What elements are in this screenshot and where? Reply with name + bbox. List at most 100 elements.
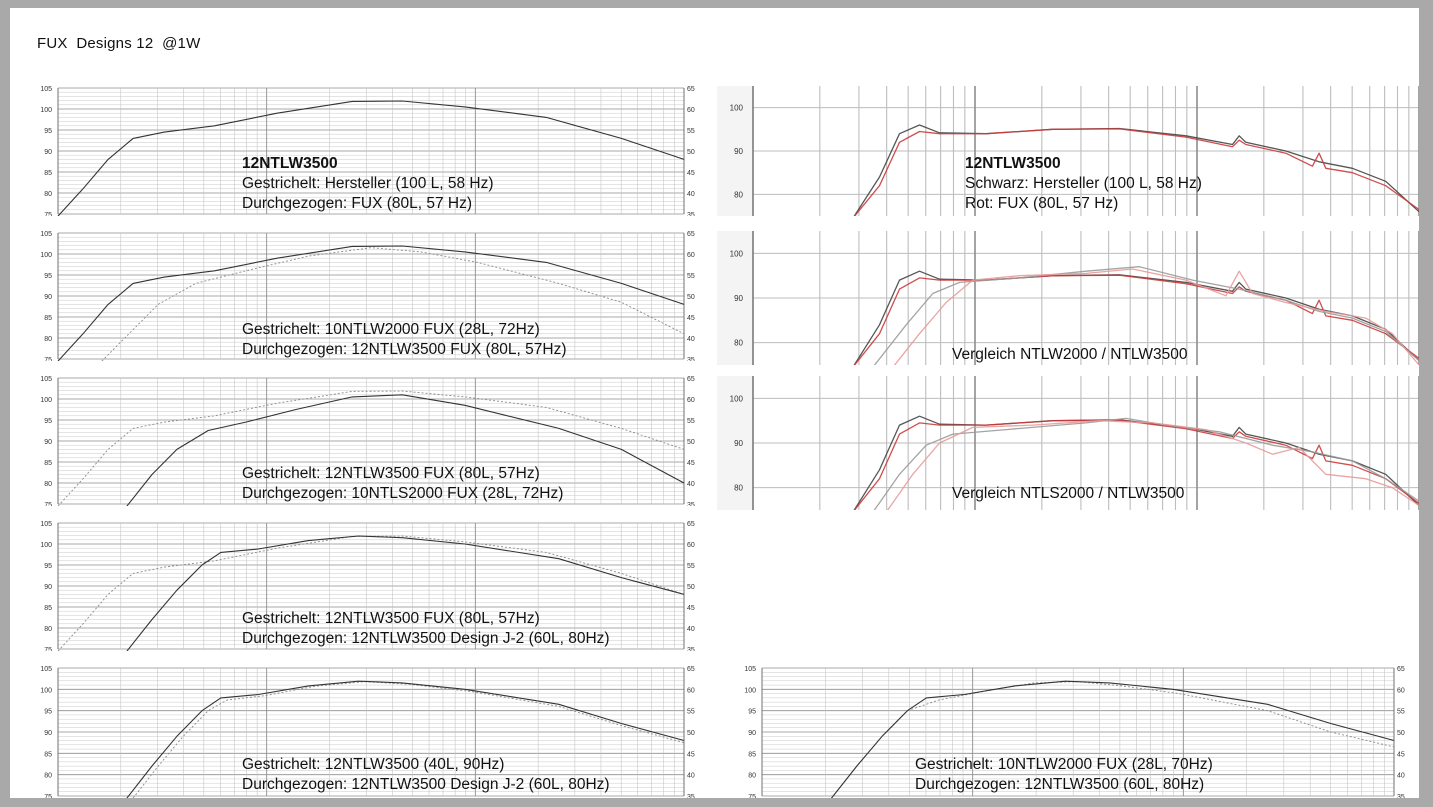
y2-tick-label: 40 bbox=[687, 481, 695, 488]
y2-tick-label: 50 bbox=[687, 439, 695, 446]
y2-tick-label: 60 bbox=[687, 542, 695, 549]
y-tick-label: 95 bbox=[44, 128, 52, 135]
y2-tick-label: 55 bbox=[687, 273, 695, 280]
y2-tick-label: 50 bbox=[1397, 730, 1405, 737]
y-tick-label: 95 bbox=[44, 563, 52, 570]
y-tick-label: 90 bbox=[44, 294, 52, 301]
chart-note-line: Vergleich NTLW2000 / NTLW3500 bbox=[952, 346, 1188, 363]
chart-note-line: Durchgezogen: 12NTLW3500 Design J-2 (60L… bbox=[242, 776, 610, 793]
y-tick-label: 95 bbox=[748, 709, 756, 716]
y-tick-label: 105 bbox=[744, 666, 756, 673]
chart-note-line: Durchgezogen: 10NTLS2000 FUX (28L, 72Hz) bbox=[242, 485, 564, 502]
y2-tick-label: 45 bbox=[687, 605, 695, 612]
y-tick-label: 75 bbox=[44, 212, 52, 216]
chart-note-line: Gestrichelt: 12NTLW3500 (40L, 90Hz) bbox=[242, 756, 505, 773]
y2-tick-label: 55 bbox=[687, 563, 695, 570]
y-tick-label: 75 bbox=[44, 794, 52, 798]
document-page: FUX Designs 12 @1W 105 100 95 90 85 80 75 65 60 5… bbox=[10, 8, 1419, 798]
y2-tick-label: 65 bbox=[1397, 666, 1405, 673]
y2-tick-label: 60 bbox=[687, 397, 695, 404]
y2-tick-label: 45 bbox=[687, 460, 695, 467]
y-tick-label: 100 bbox=[744, 687, 756, 694]
y2-tick-label: 35 bbox=[687, 357, 695, 361]
y2-tick-label: 40 bbox=[687, 626, 695, 633]
y-tick-label: 100 bbox=[730, 394, 744, 403]
y2-tick-label: 65 bbox=[687, 376, 695, 383]
y2-tick-label: 65 bbox=[687, 86, 695, 93]
y2-tick-label: 50 bbox=[687, 294, 695, 301]
y2-tick-label: 55 bbox=[687, 418, 695, 425]
chart-12ntlw3500-hersteller-vs-fux: 105 100 95 90 85 80 75 65 60 55 50 45 40 35 12NTLW350… bbox=[20, 86, 700, 216]
y2-tick-label: 45 bbox=[1397, 751, 1405, 758]
chart-note-line: Durchgezogen: 12NTLW3500 Design J-2 (60L… bbox=[242, 630, 610, 647]
y2-tick-label: 35 bbox=[1397, 794, 1405, 798]
y2-tick-label: 65 bbox=[687, 521, 695, 528]
y2-tick-label: 35 bbox=[687, 212, 695, 216]
y-tick-label: 100 bbox=[40, 687, 52, 694]
y-tick-label: 75 bbox=[44, 502, 52, 506]
y-tick-label: 100 bbox=[730, 104, 744, 113]
chart-note-title: 12NTLW3500 bbox=[965, 155, 1061, 172]
y2-tick-label: 35 bbox=[687, 647, 695, 651]
y-tick-label: 90 bbox=[734, 147, 743, 156]
y-tick-label: 105 bbox=[40, 521, 52, 528]
y-tick-label: 85 bbox=[44, 751, 52, 758]
y-tick-label: 80 bbox=[44, 626, 52, 633]
y-tick-label: 75 bbox=[44, 647, 52, 651]
chart-note-line: Gestrichelt: 12NTLW3500 FUX (80L, 57Hz) bbox=[242, 465, 540, 482]
y-tick-label: 105 bbox=[40, 376, 52, 383]
chart-10ntlw2000-vs-12ntlw3500-60l: 105 100 95 90 85 80 75 65 60 55 50 45 40 35 Gestriche… bbox=[726, 666, 1414, 798]
y2-tick-label: 60 bbox=[1397, 687, 1405, 694]
y2-tick-label: 50 bbox=[687, 730, 695, 737]
y-tick-label: 80 bbox=[748, 773, 756, 780]
y-tick-label: 85 bbox=[44, 315, 52, 322]
y-tick-label: 100 bbox=[730, 249, 744, 258]
y-tick-label: 105 bbox=[40, 666, 52, 673]
y-tick-label: 105 bbox=[40, 86, 52, 93]
chart-note-line: Durchgezogen: 12NTLW3500 FUX (80L, 57Hz) bbox=[242, 341, 567, 358]
chart-10ntlw2000-vs-12ntlw3500: 105 100 95 90 85 80 75 65 60 55 50 45 40 35 Gestriche… bbox=[20, 231, 700, 361]
y-tick-label: 80 bbox=[44, 773, 52, 780]
y-tick-label: 95 bbox=[44, 418, 52, 425]
y-tick-label: 75 bbox=[748, 794, 756, 798]
chart-12ntlw3500-fux-vs-design-j2: 105 100 95 90 85 80 75 65 60 55 50 45 40 35 Gestriche… bbox=[20, 521, 700, 651]
y-tick-label: 100 bbox=[40, 252, 52, 259]
chart-note-line: Schwarz: Hersteller (100 L, 58 Hz) bbox=[965, 175, 1202, 192]
y-tick-label: 100 bbox=[40, 397, 52, 404]
y-tick-label: 85 bbox=[44, 605, 52, 612]
y2-tick-label: 40 bbox=[1397, 773, 1405, 780]
y-tick-label: 85 bbox=[44, 460, 52, 467]
y-tick-label: 105 bbox=[40, 231, 52, 238]
y2-tick-label: 50 bbox=[687, 149, 695, 156]
y2-tick-label: 55 bbox=[687, 709, 695, 716]
y-tick-label: 75 bbox=[44, 357, 52, 361]
y2-tick-label: 40 bbox=[687, 773, 695, 780]
y-tick-label: 100 bbox=[40, 107, 52, 114]
y-tick-label: 80 bbox=[44, 336, 52, 343]
y-tick-label: 80 bbox=[734, 339, 743, 348]
chart-vergleich-ntlw2000-ntlw3500: 100 90 80 Vergleich NTLW2000 / NTLW3500 bbox=[717, 231, 1419, 365]
y-tick-label: 100 bbox=[40, 542, 52, 549]
chart-note-line: Rot: FUX (80L, 57 Hz) bbox=[965, 195, 1119, 212]
y2-tick-label: 35 bbox=[687, 794, 695, 798]
chart-note-line: Gestrichelt: 10NTLW2000 FUX (28L, 70Hz) bbox=[915, 756, 1213, 773]
chart-note-line: Gestrichelt: 10NTLW2000 FUX (28L, 72Hz) bbox=[242, 321, 540, 338]
y-tick-label: 80 bbox=[734, 190, 743, 199]
y-tick-label: 85 bbox=[748, 751, 756, 758]
y2-tick-label: 45 bbox=[687, 315, 695, 322]
y2-tick-label: 40 bbox=[687, 191, 695, 198]
chart-note-line: Vergleich NTLS2000 / NTLW3500 bbox=[952, 485, 1185, 502]
y-tick-label: 80 bbox=[44, 191, 52, 198]
y2-tick-label: 60 bbox=[687, 252, 695, 259]
y2-tick-label: 60 bbox=[687, 687, 695, 694]
y-tick-label: 90 bbox=[44, 584, 52, 591]
y-tick-label: 85 bbox=[44, 170, 52, 177]
y-tick-label: 90 bbox=[44, 149, 52, 156]
chart-vergleich-ntls2000-ntlw3500: 100 90 80 Vergleich NTLS2000 / NTLW3500 bbox=[717, 376, 1419, 510]
y-tick-label: 90 bbox=[734, 294, 743, 303]
chart-note-line: Durchgezogen: FUX (80L, 57 Hz) bbox=[242, 195, 473, 212]
y-tick-label: 80 bbox=[44, 481, 52, 488]
y2-tick-label: 65 bbox=[687, 666, 695, 673]
document-title: FUX Designs 12 @1W bbox=[37, 35, 201, 52]
chart-12ntlw3500-40l-vs-design-j2: 105 100 95 90 85 80 75 65 60 55 50 45 40 35 Gestriche… bbox=[20, 666, 700, 798]
